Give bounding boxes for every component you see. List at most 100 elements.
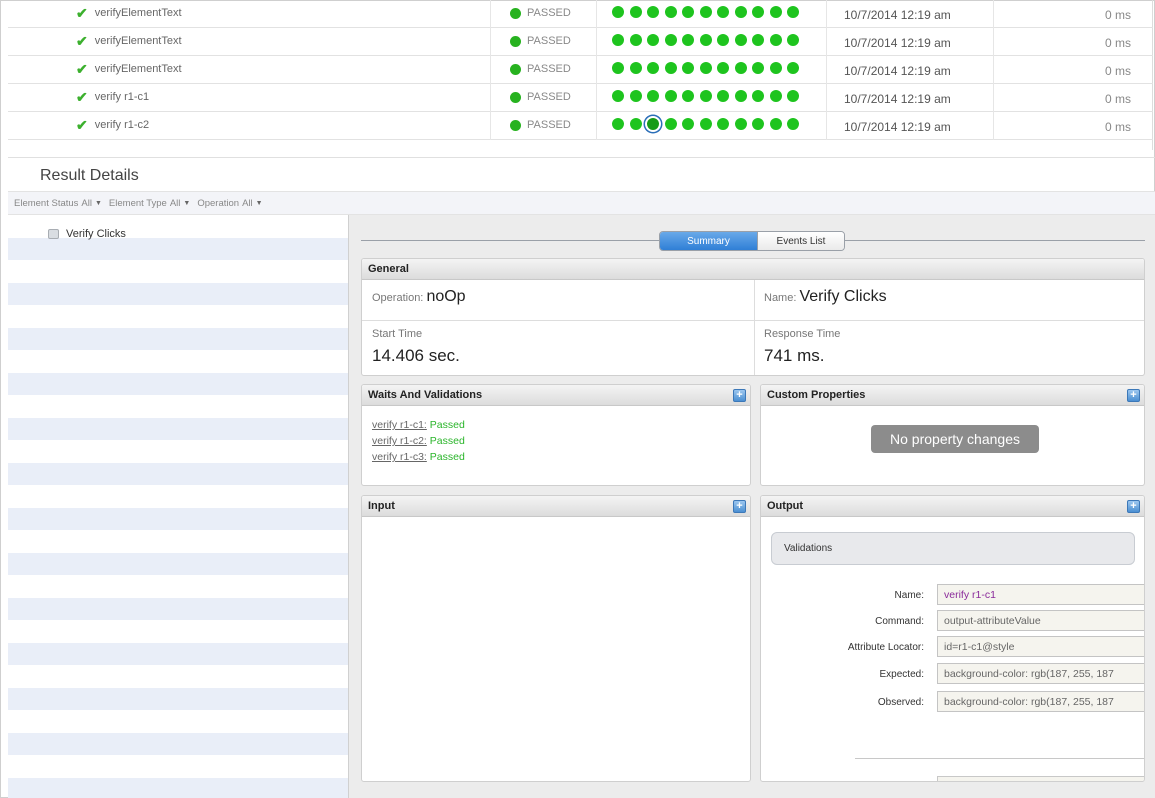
step-dot-icon[interactable] xyxy=(787,34,799,46)
step-dot-icon[interactable] xyxy=(629,62,642,74)
step-dot-icon[interactable] xyxy=(787,90,799,102)
step-dot-icon[interactable] xyxy=(787,62,799,74)
step-dot-icon[interactable] xyxy=(717,90,729,102)
step-dot-icon[interactable] xyxy=(752,34,764,46)
table-row[interactable]: ✔ verifyElementText PASSED 10/7/2014 12:1… xyxy=(8,0,1153,28)
step-dot-icon[interactable] xyxy=(734,118,747,130)
tree-row xyxy=(8,552,348,575)
column-divider xyxy=(993,84,994,112)
table-row[interactable]: ✔ verify r1-c1 PASSED 10/7/2014 12:19 am … xyxy=(8,84,1153,112)
step-dot-icon[interactable] xyxy=(682,90,694,102)
table-row[interactable]: ✔ verifyElementText PASSED 10/7/2014 12:1… xyxy=(8,28,1153,56)
step-dot-icon[interactable] xyxy=(629,118,642,130)
step-dot-icon[interactable] xyxy=(699,62,712,74)
step-dot-icon[interactable] xyxy=(787,6,799,18)
step-dot-icon[interactable] xyxy=(612,118,624,130)
row-name: ✔ verify r1-c1 xyxy=(76,90,150,104)
filter-operation-dropdown[interactable]: All xyxy=(242,198,253,209)
step-dot-icon[interactable] xyxy=(699,118,712,130)
step-dot-icon[interactable] xyxy=(734,6,747,18)
step-dot-icon[interactable] xyxy=(752,6,764,18)
observed-field[interactable]: background-color: rgb(187, 255, 187 xyxy=(937,691,1144,712)
step-dot-icon[interactable] xyxy=(664,118,677,130)
step-dot-icon[interactable] xyxy=(647,34,659,46)
chevron-down-icon[interactable]: ▼ xyxy=(95,200,102,207)
step-dot-icon[interactable] xyxy=(769,118,782,130)
step-dot-icon[interactable] xyxy=(717,118,729,130)
name-field[interactable]: verify r1-c1 xyxy=(937,584,1144,605)
output-title: Output xyxy=(767,500,804,512)
attribute-locator-field[interactable]: id=r1-c1@style xyxy=(937,636,1144,657)
step-dot-icon[interactable] xyxy=(682,34,694,46)
step-dot-icon[interactable] xyxy=(612,34,624,46)
step-dot-icon[interactable] xyxy=(664,62,677,74)
row-name-label: verify r1-c1 xyxy=(94,91,150,103)
step-dot-icon[interactable] xyxy=(647,118,659,130)
step-dot-icon[interactable] xyxy=(717,6,729,18)
column-divider xyxy=(490,56,491,84)
column-divider xyxy=(826,28,827,56)
tree-item-verify-clicks[interactable]: Verify Clicks xyxy=(48,228,126,240)
step-dot-icon[interactable] xyxy=(717,34,729,46)
expand-icon[interactable]: + xyxy=(1127,389,1140,402)
step-dot-icon[interactable] xyxy=(682,62,694,74)
status-dot-icon xyxy=(510,35,521,47)
step-dot-icon[interactable] xyxy=(612,6,624,18)
step-dot-icon[interactable] xyxy=(734,90,747,102)
step-dot-icon[interactable] xyxy=(682,118,694,130)
step-dot-icon[interactable] xyxy=(752,62,764,74)
filter-element-type-dropdown[interactable]: All xyxy=(170,198,181,209)
tab-summary[interactable]: Summary xyxy=(660,232,757,250)
step-dot-icon[interactable] xyxy=(752,90,764,102)
step-dot-icon[interactable] xyxy=(699,34,712,46)
table-row[interactable]: ✔ verify r1-c2 PASSED 10/7/2014 12:19 am … xyxy=(8,112,1153,140)
step-dot-icon[interactable] xyxy=(647,62,659,74)
step-dot-icon[interactable] xyxy=(752,118,764,130)
step-dot-icon[interactable] xyxy=(787,118,799,130)
step-dot-icon[interactable] xyxy=(629,34,642,46)
step-dot-icon[interactable] xyxy=(717,62,729,74)
status-badge: PASSED xyxy=(510,119,571,131)
expand-icon[interactable]: + xyxy=(733,500,746,513)
expand-icon[interactable]: + xyxy=(733,389,746,402)
step-dot-icon[interactable] xyxy=(769,62,782,74)
filter-element-status-dropdown[interactable]: All xyxy=(81,198,92,209)
validation-link[interactable]: verify r1-c2: xyxy=(372,435,427,447)
step-dot-icon[interactable] xyxy=(734,62,747,74)
step-dot-icon[interactable] xyxy=(699,90,712,102)
command-field[interactable]: output-attributeValue xyxy=(937,610,1144,631)
step-dot-icon[interactable] xyxy=(664,34,677,46)
step-dot-icon[interactable] xyxy=(629,6,642,18)
step-dots[interactable] xyxy=(612,90,805,102)
chevron-down-icon[interactable]: ▼ xyxy=(183,200,190,207)
step-dot-icon[interactable] xyxy=(769,90,782,102)
step-dots[interactable] xyxy=(612,6,805,18)
empty-state-badge: No property changes xyxy=(871,425,1039,453)
chevron-down-icon[interactable]: ▼ xyxy=(256,200,263,207)
step-dot-icon[interactable] xyxy=(682,6,694,18)
step-dot-icon[interactable] xyxy=(734,34,747,46)
tree-item-label: Verify Clicks xyxy=(66,228,126,240)
tab-events-list[interactable]: Events List xyxy=(757,232,844,250)
step-dot-icon[interactable] xyxy=(647,6,659,18)
step-dot-icon[interactable] xyxy=(699,6,712,18)
step-dot-icon[interactable] xyxy=(612,90,624,102)
row-date: 10/7/2014 12:19 am xyxy=(844,36,951,50)
step-dots[interactable] xyxy=(612,62,805,74)
table-row[interactable]: ✔ verifyElementText PASSED 10/7/2014 12:1… xyxy=(8,56,1153,84)
expected-field[interactable]: background-color: rgb(187, 255, 187 xyxy=(937,663,1144,684)
validation-link[interactable]: verify r1-c1: xyxy=(372,419,427,431)
step-dot-icon[interactable] xyxy=(612,62,624,74)
step-dot-icon[interactable] xyxy=(769,34,782,46)
custom-properties-card: Custom Properties + No property changes xyxy=(760,384,1145,486)
validation-link[interactable]: verify r1-c3: xyxy=(372,451,427,463)
step-dot-icon[interactable] xyxy=(664,90,677,102)
step-dot-icon[interactable] xyxy=(769,6,782,18)
expand-icon[interactable]: + xyxy=(1127,500,1140,513)
step-dots[interactable] xyxy=(612,34,805,46)
status-dot-icon xyxy=(510,119,521,131)
step-dots[interactable] xyxy=(612,118,805,130)
step-dot-icon[interactable] xyxy=(647,90,659,102)
step-dot-icon[interactable] xyxy=(664,6,677,18)
step-dot-icon[interactable] xyxy=(629,90,642,102)
